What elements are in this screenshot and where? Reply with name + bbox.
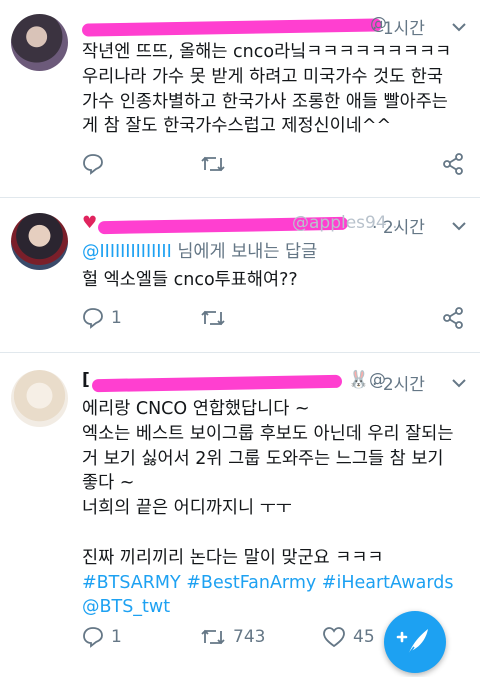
tweet-text: 작년엔 뜨뜨, 올해는 cnco라닠ㅋㅋㅋㅋㅋㅋㅋㅋㅋ 우리나라 가수 못 받게 … bbox=[82, 42, 452, 137]
retweet-icon bbox=[201, 310, 225, 326]
reply-icon bbox=[83, 154, 103, 175]
retweet-icon bbox=[201, 156, 225, 172]
heart-emoji: ♥ bbox=[82, 213, 98, 233]
reply-context: @IIIIIIIIIIIIII 님에게 보내는 답글 bbox=[82, 240, 462, 265]
divider bbox=[0, 352, 480, 353]
reply-icon bbox=[83, 308, 103, 329]
share-icon bbox=[443, 307, 463, 329]
timestamp[interactable]: · 2시간 bbox=[372, 213, 425, 238]
chevron-down-icon[interactable] bbox=[452, 20, 466, 34]
redaction-mark bbox=[81, 18, 383, 37]
compose-tweet-button[interactable] bbox=[384, 611, 446, 673]
chevron-down-icon[interactable] bbox=[452, 376, 466, 390]
like-button[interactable]: 45 bbox=[322, 624, 375, 650]
reply-button[interactable] bbox=[82, 151, 111, 177]
timestamp[interactable]: · 1시간 bbox=[372, 14, 425, 39]
reply-count: 1 bbox=[111, 627, 122, 647]
tweet-actions bbox=[82, 151, 472, 177]
avatar[interactable] bbox=[11, 14, 68, 71]
name-bracket: [ bbox=[82, 370, 90, 390]
bunny-emoji: 🐰 bbox=[348, 370, 370, 390]
reply-button[interactable]: 1 bbox=[82, 305, 122, 331]
retweet-button[interactable] bbox=[200, 151, 233, 177]
reply-icon bbox=[83, 627, 103, 648]
avatar[interactable] bbox=[11, 370, 68, 427]
redaction-mark bbox=[91, 374, 343, 393]
reply-button[interactable]: 1 bbox=[82, 624, 122, 650]
reply-count: 1 bbox=[111, 308, 122, 328]
timestamp[interactable]: · 2시간 bbox=[372, 370, 425, 395]
avatar[interactable] bbox=[11, 213, 68, 270]
like-count: 45 bbox=[353, 627, 375, 647]
reply-to-user-link[interactable]: @IIIIIIIIIIIIII bbox=[82, 242, 172, 262]
share-icon bbox=[443, 153, 463, 175]
like-icon bbox=[323, 627, 345, 648]
share-button[interactable] bbox=[441, 305, 465, 331]
share-button[interactable] bbox=[441, 151, 465, 177]
divider bbox=[0, 197, 480, 198]
tweet-actions: 1 bbox=[82, 305, 472, 331]
tweet-text: 에리랑 CNCO 연합했답니다 ~ 엑소는 베스트 보이그룹 후보도 아닌데 우리… bbox=[82, 397, 462, 620]
hashtags[interactable]: #BTSARMY #BestFanArmy #iHeartAwards bbox=[82, 571, 462, 596]
retweet-icon bbox=[201, 629, 225, 645]
retweet-button[interactable]: 743 bbox=[200, 624, 265, 650]
chevron-down-icon[interactable] bbox=[452, 219, 466, 233]
tweet-text: 헐 엑소엘들 cnco투표해여?? bbox=[82, 270, 298, 290]
retweet-count: 743 bbox=[233, 627, 266, 647]
retweet-button[interactable] bbox=[200, 305, 233, 331]
reply-to-suffix: 님에게 보내는 답글 bbox=[171, 242, 318, 262]
compose-icon bbox=[396, 629, 428, 656]
